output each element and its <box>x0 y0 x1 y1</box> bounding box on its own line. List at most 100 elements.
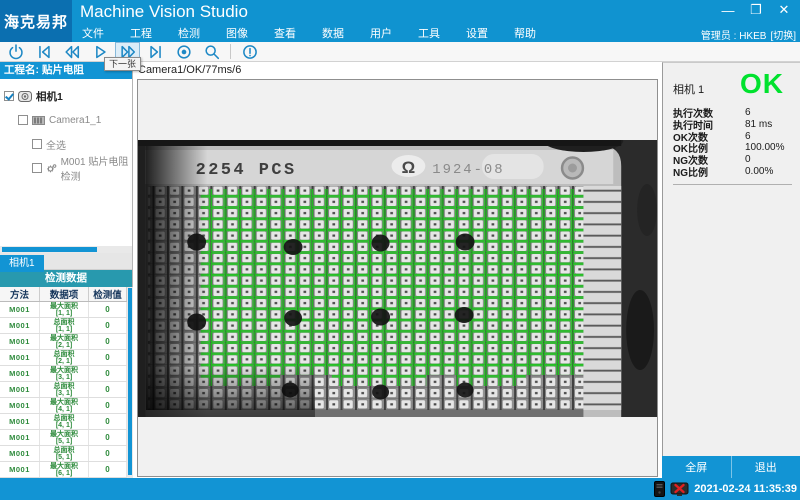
nav-last-button[interactable] <box>143 42 168 61</box>
menu-item[interactable]: 工具 <box>416 25 442 41</box>
window-controls: — ❐ ✕ <box>720 2 792 18</box>
menu-item[interactable]: 检测 <box>176 25 202 41</box>
menu-item[interactable]: 工程 <box>128 25 154 41</box>
cell-value: 0 <box>89 446 127 461</box>
cell-item: 总面积 [4, 1] <box>40 414 89 429</box>
tray-logo: Ω <box>402 158 416 177</box>
zoom-button[interactable] <box>199 42 224 61</box>
camera-viewport[interactable]: 2254 PCS Ω 1924-08 <box>137 79 658 477</box>
cell-item: 最大面积 [2, 1] <box>40 334 89 349</box>
result-panel: 相机 1 OK 执行次数 6 执行时间 81 ms OK次数 6 OK比例 10… <box>662 62 800 456</box>
menu-item[interactable]: 图像 <box>224 25 250 41</box>
cell-method: M001 <box>0 398 40 413</box>
table-row[interactable]: M001 总面积 [2, 1] 0 <box>0 350 127 366</box>
cell-method: M001 <box>0 446 40 461</box>
stat-label: NG比例 <box>673 164 745 179</box>
checkbox-select-all[interactable] <box>32 139 42 149</box>
checkbox-camera1-1[interactable] <box>18 115 28 125</box>
stat-row: NG比例 0.00% <box>673 165 792 177</box>
table-row[interactable]: M001 最大面积 [2, 1] 0 <box>0 334 127 350</box>
cell-value: 0 <box>89 366 127 381</box>
cell-item-name: 最大面积 <box>50 463 78 470</box>
tree-item-camera1[interactable]: 相机1 <box>0 84 132 108</box>
app-title: Machine Vision Studio <box>80 2 248 22</box>
alert-button[interactable] <box>237 42 262 61</box>
table-row[interactable]: M001 总面积 [3, 1] 0 <box>0 382 127 398</box>
cell-method: M001 <box>0 334 40 349</box>
horizontal-scrollbar[interactable] <box>0 246 132 253</box>
fullscreen-button[interactable]: 全屏 <box>662 456 731 478</box>
table-row[interactable]: M001 总面积 [5, 1] 0 <box>0 446 127 462</box>
nav-prev-button[interactable] <box>59 42 84 61</box>
menu-item[interactable]: 用户 <box>368 25 394 41</box>
nav-first-icon <box>35 43 53 61</box>
tree-item-m001[interactable]: M001 贴片电阻检测 <box>0 156 132 180</box>
cell-method: M001 <box>0 350 40 365</box>
stat-value: 100.00% <box>745 142 784 153</box>
menu-item[interactable]: 设置 <box>464 25 490 41</box>
record-button[interactable] <box>171 42 196 61</box>
table-row[interactable]: M001 最大面积 [6, 1] 0 <box>0 462 127 478</box>
cell-method: M001 <box>0 366 40 381</box>
table-row[interactable]: M001 最大面积 [4, 1] 0 <box>0 398 127 414</box>
scrollbar-thumb[interactable] <box>128 288 132 475</box>
cell-value: 0 <box>89 398 127 413</box>
user-label: 管理员 : HKEB <box>701 27 767 42</box>
nav-prev-icon <box>63 43 81 61</box>
column-header-value: 检测值 <box>89 287 127 301</box>
table-row[interactable]: M001 最大面积 [3, 1] 0 <box>0 366 127 382</box>
tree-item-camera1-1[interactable]: Camera1_1 <box>0 108 132 132</box>
cell-item-index: [4, 1] <box>56 406 72 413</box>
cell-method: M001 <box>0 414 40 429</box>
image-panel: Camera1/OK/77ms/6 <box>134 62 661 478</box>
table-row[interactable]: M001 总面积 [1, 1] 0 <box>0 318 127 334</box>
cell-item-name: 最大面积 <box>50 303 78 310</box>
tab-camera1[interactable]: 相机1 <box>0 255 44 272</box>
stat-value: 81 ms <box>745 119 772 130</box>
checkbox-m001[interactable] <box>32 163 42 173</box>
cell-method: M001 <box>0 382 40 397</box>
cell-item-index: [5, 1] <box>56 438 72 445</box>
scrollbar-thumb[interactable] <box>2 247 97 252</box>
menu-item[interactable]: 文件 <box>80 25 106 41</box>
power-button[interactable] <box>3 42 28 61</box>
cell-item-name: 总面积 <box>54 415 75 422</box>
checkbox-camera1[interactable] <box>4 91 14 101</box>
table-body: M001 最大面积 [1, 1] 0 M001 总面积 [1, 1] 0 <box>0 302 133 478</box>
vertical-scrollbar[interactable] <box>127 287 133 478</box>
switch-user-link[interactable]: [切换] <box>770 27 796 42</box>
camera-icon <box>18 91 32 102</box>
table-row[interactable]: M001 最大面积 [5, 1] 0 <box>0 430 127 446</box>
status-bar: 2021-02-24 11:35:39 <box>0 478 800 500</box>
panel-divider <box>673 184 792 185</box>
restore-icon[interactable]: ❐ <box>748 2 764 18</box>
tray-date-code: 1924-08 <box>432 162 504 178</box>
menu-item[interactable]: 帮助 <box>512 25 538 41</box>
cell-value: 0 <box>89 350 127 365</box>
exit-button[interactable]: 退出 <box>731 456 800 478</box>
cell-value: 0 <box>89 318 127 333</box>
menu-item[interactable]: 查看 <box>272 25 298 41</box>
cell-item: 最大面积 [5, 1] <box>40 430 89 445</box>
cell-item-name: 总面积 <box>54 383 75 390</box>
stat-value: 0.00% <box>745 166 773 177</box>
cell-item: 最大面积 [4, 1] <box>40 398 89 413</box>
minimize-icon[interactable]: — <box>720 2 736 18</box>
app-logo: 海克易邦 <box>0 0 72 42</box>
cell-item-name: 最大面积 <box>50 431 78 438</box>
cell-value: 0 <box>89 302 127 317</box>
project-panel: 工程名: 贴片电阻 相机1 Camera1_1 全选 <box>0 62 133 478</box>
menu-item[interactable]: 数据 <box>320 25 346 41</box>
table-row[interactable]: M001 总面积 [4, 1] 0 <box>0 414 127 430</box>
toolbar-separator <box>230 44 231 59</box>
result-panel-top: 相机 1 OK <box>673 69 792 99</box>
close-icon[interactable]: ✕ <box>776 2 792 18</box>
cell-item-index: [6, 1] <box>56 470 72 477</box>
nav-first-button[interactable] <box>31 42 56 61</box>
table-row[interactable]: M001 最大面积 [1, 1] 0 <box>0 302 127 318</box>
cell-item-name: 总面积 <box>54 447 75 454</box>
cell-item-name: 总面积 <box>54 351 75 358</box>
cell-item: 总面积 [3, 1] <box>40 382 89 397</box>
cell-item: 总面积 [5, 1] <box>40 446 89 461</box>
cell-item: 最大面积 [1, 1] <box>40 302 89 317</box>
